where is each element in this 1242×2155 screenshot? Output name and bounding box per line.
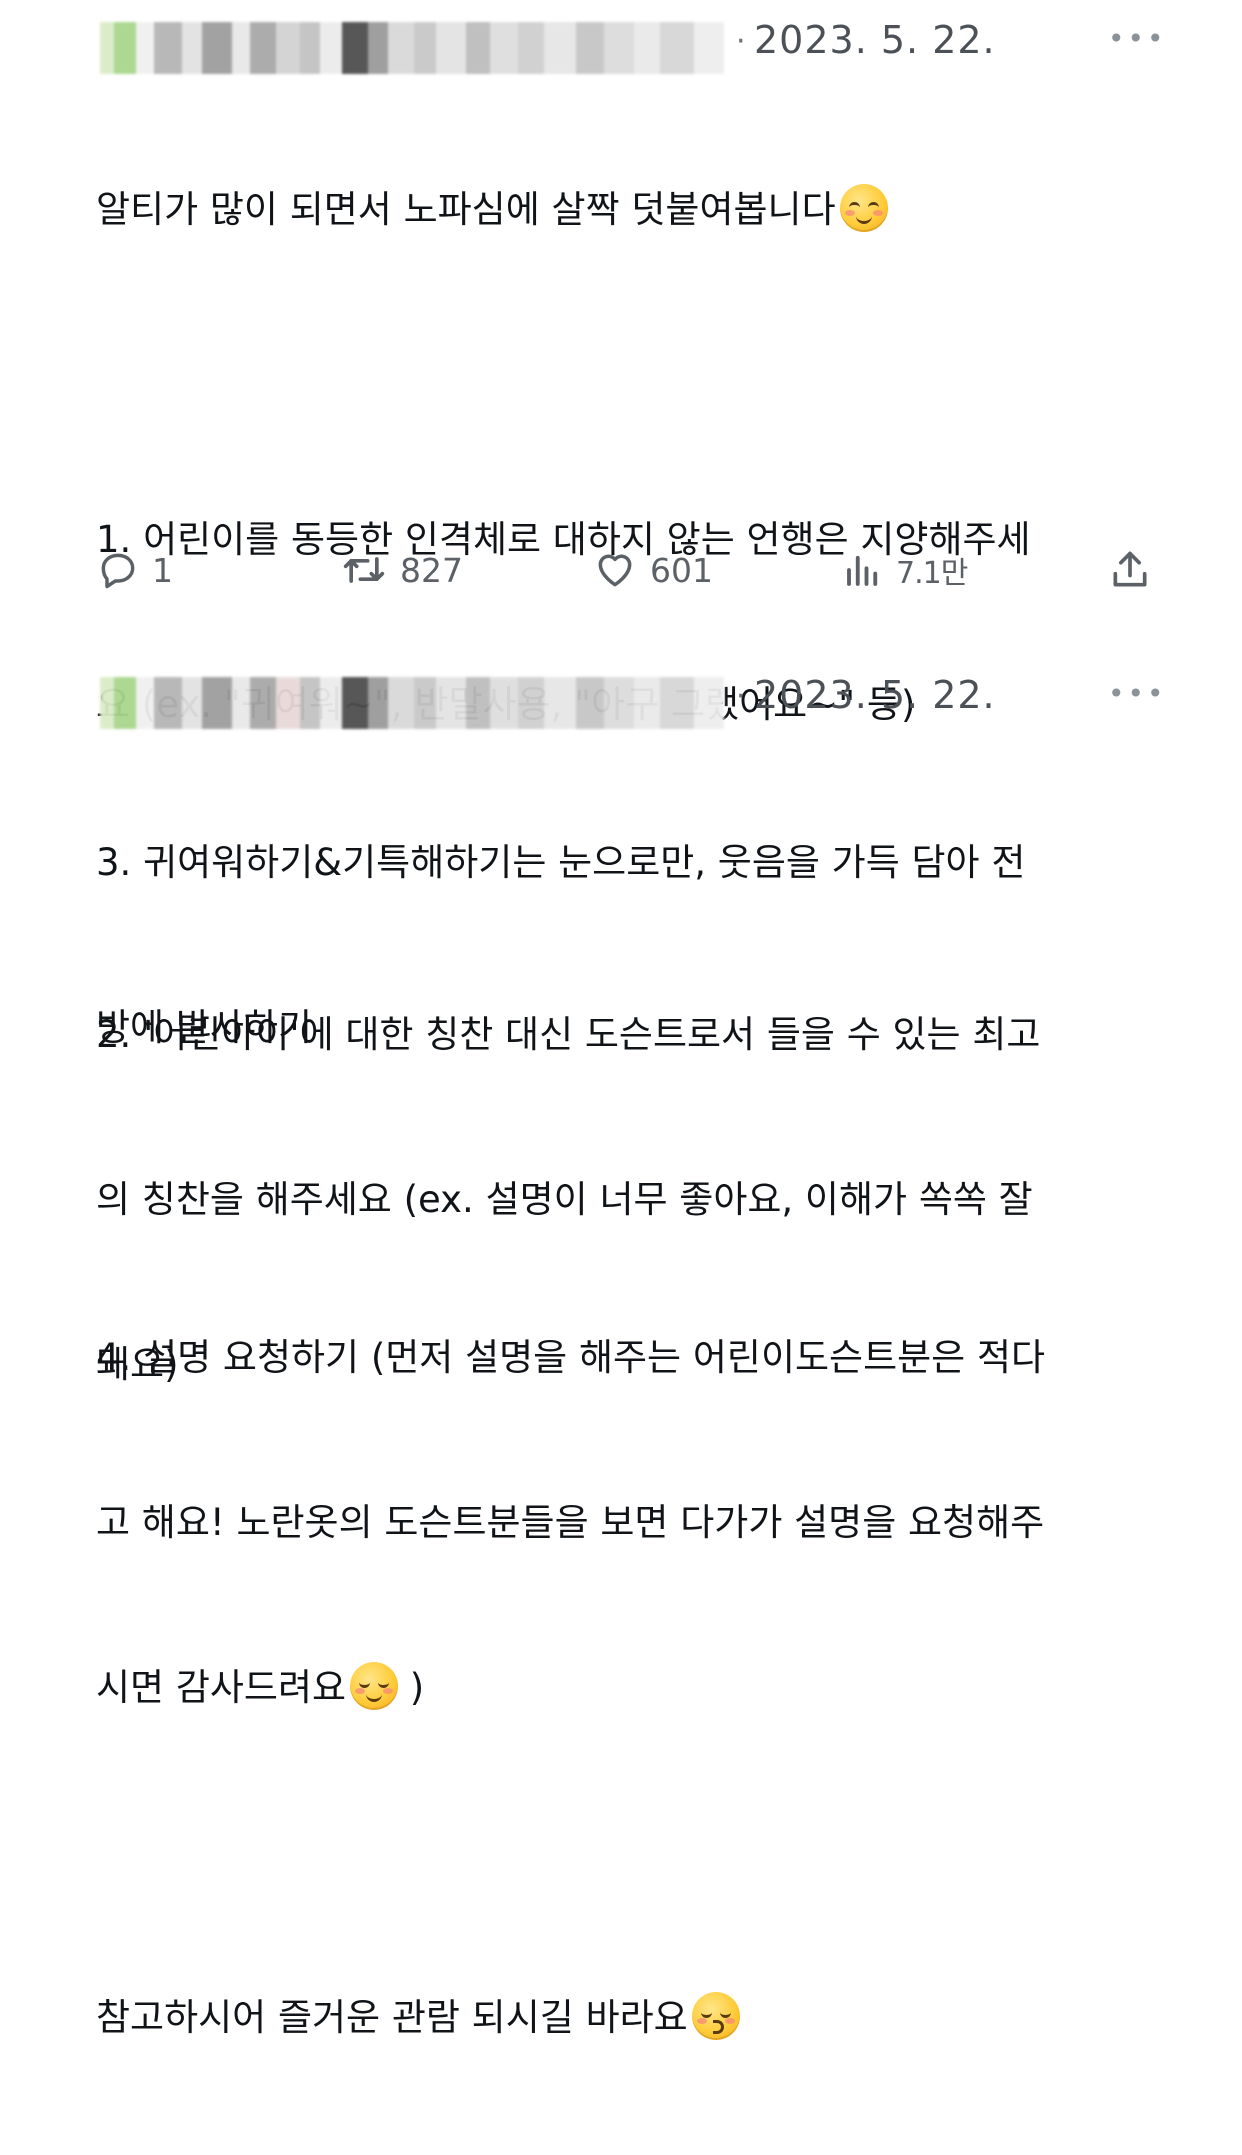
tweet-text: 3. 귀여워하기&기특해하기는 눈으로만, 웃음을 가득 담아 전 방에 발사하…: [96, 725, 1156, 2155]
retweet-count: 827: [400, 550, 463, 590]
heart-icon: [598, 554, 632, 587]
reply-button[interactable]: 1: [96, 540, 173, 600]
blurred-username[interactable]: [100, 22, 732, 74]
tweet-1[interactable]: · 2023. 5. 22. ••• 알티가 많이 되면서 노파심에 살짝 덧붙…: [0, 0, 1242, 1386]
share-upload-icon: [1113, 551, 1147, 587]
tweet-line: 알티가 많이 되면서 노파심에 살짝 덧붙여봅니다: [96, 182, 1156, 237]
tweet-header: · 2023. 5. 22. •••: [0, 0, 1242, 74]
like-count: 601: [650, 550, 713, 590]
tweet-line: 4. 설명 요청하기 (먼저 설명을 해주는 어린이도슨트분은 적다: [96, 1336, 1046, 1379]
separator-dot: ·: [736, 679, 746, 714]
views-bar-icon: [847, 555, 878, 586]
more-options-icon[interactable]: •••: [1108, 24, 1167, 54]
tweet-line: 참고하시어 즐거운 관람 되시길 바라요: [96, 1990, 1156, 2045]
tweet-header: · 2023. 5. 22. •••: [0, 655, 1242, 729]
reply-count: 1: [152, 550, 173, 590]
tweet-line: [96, 1165, 1156, 1220]
kissing-face-icon: [691, 1992, 740, 2040]
tweet-line: 시면 감사드려요 ): [96, 1660, 1156, 1715]
retweet-button[interactable]: 827: [340, 540, 463, 600]
tweet-line: [96, 1825, 1156, 1880]
tweet-line: [96, 347, 1156, 402]
more-options-icon[interactable]: •••: [1108, 679, 1167, 709]
share-button[interactable]: [1108, 540, 1152, 600]
tweet-date[interactable]: 2023. 5. 22.: [754, 673, 996, 717]
tweet-2[interactable]: · 2023. 5. 22. ••• 3. 귀여워하기&기특해하기는 눈으로만,…: [0, 655, 1242, 2040]
relieved-face-icon: [839, 184, 888, 232]
tweet-line: 방에 발사하기: [96, 1006, 313, 1049]
tweet-line: 3. 귀여워하기&기특해하기는 눈으로만, 웃음을 가득 담아 전: [96, 841, 1026, 884]
tweet-actions: 1 827 601 7.1만: [0, 540, 1242, 600]
reply-bubble-icon: [101, 553, 135, 589]
smiling-face-icon: [350, 1662, 399, 1710]
views-button[interactable]: 7.1만: [842, 540, 968, 600]
separator-dot: ·: [736, 24, 746, 59]
like-button[interactable]: 601: [592, 540, 713, 600]
blurred-username[interactable]: [100, 677, 732, 729]
tweet-line: 고 해요! 노란옷의 도슨트분들을 보면 다가가 설명을 요청해주: [96, 1501, 1045, 1544]
retweet-icon: [343, 557, 385, 583]
views-count: 7.1만: [896, 556, 968, 591]
tweet-date[interactable]: 2023. 5. 22.: [754, 18, 996, 62]
